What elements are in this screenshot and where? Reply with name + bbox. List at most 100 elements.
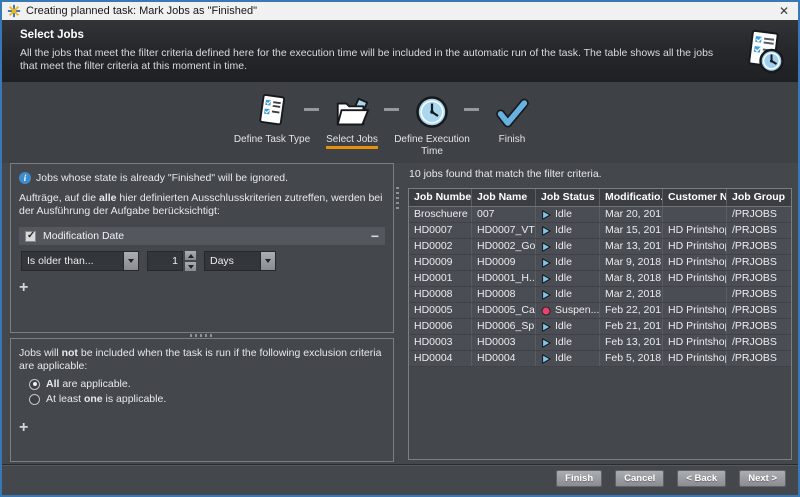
- add-exclusion-criterion-button[interactable]: +: [19, 421, 33, 435]
- cell-job-name: HD0009: [472, 255, 536, 270]
- table-row[interactable]: HD0001 HD0001_H... Idle Mar 8, 2018 ... …: [409, 271, 791, 287]
- cell-customer: [663, 287, 727, 302]
- page-title: Select Jobs: [20, 29, 84, 41]
- jobs-table: Job Number Job Name Job Status Modificat…: [408, 188, 792, 460]
- step-label: Select Jobs: [326, 134, 378, 149]
- column-header-job-number[interactable]: Job Number: [409, 189, 472, 206]
- close-icon[interactable]: ✕: [775, 4, 793, 18]
- column-header-job-group[interactable]: Job Group: [727, 189, 791, 206]
- cell-customer: HD Printshop: [663, 351, 727, 366]
- radio-all-label: All are applicable.: [46, 378, 131, 390]
- status-label: Idle: [555, 255, 572, 270]
- column-header-customer[interactable]: Customer N...: [663, 189, 727, 206]
- cell-job-status: Idle: [536, 335, 600, 350]
- table-row[interactable]: HD0008 HD0008 Idle Mar 2, 2018 ... /PRJO…: [409, 287, 791, 303]
- job-table-body: Broschuere 007 Idle Mar 20, 201... /PRJO…: [409, 207, 791, 367]
- wizard-step-define-task-type[interactable]: Define Task Type: [232, 88, 312, 158]
- status-label: Idle: [555, 223, 572, 238]
- cell-job-group: /PRJOBS: [727, 255, 791, 270]
- cell-job-status: Idle: [536, 287, 600, 302]
- filter-criteria-panel: i Jobs whose state is already "Finished"…: [10, 163, 394, 333]
- page-description: All the jobs that meet the filter criter…: [20, 47, 726, 73]
- radio-all-icon[interactable]: [29, 379, 40, 390]
- table-row[interactable]: HD0007 HD0007_VT Idle Mar 15, 201... HD …: [409, 223, 791, 239]
- splitter-grip: [190, 334, 214, 337]
- status-icon: [541, 322, 551, 332]
- radio-option-all[interactable]: All are applicable.: [29, 378, 385, 390]
- step-label: Finish: [499, 134, 526, 145]
- operator-select[interactable]: Is older than...: [21, 251, 139, 271]
- back-button[interactable]: < Back: [677, 470, 726, 487]
- cell-job-status: Idle: [536, 351, 600, 366]
- add-filter-criterion-button[interactable]: +: [19, 281, 33, 295]
- table-row[interactable]: HD0004 HD0004 Idle Feb 5, 2018 ... HD Pr…: [409, 351, 791, 367]
- criterion-modification-date-header: Modification Date −: [19, 227, 385, 245]
- collapse-criterion-button[interactable]: −: [371, 230, 379, 242]
- footer-divider: [2, 465, 798, 466]
- spinner-up-button[interactable]: [185, 251, 196, 260]
- table-row[interactable]: HD0005 HD0005_Ca... Suspen... Feb 22, 20…: [409, 303, 791, 319]
- cell-job-group: /PRJOBS: [727, 303, 791, 318]
- cell-job-name: HD0003: [472, 335, 536, 350]
- cell-job-name: HD0004: [472, 351, 536, 366]
- cell-modification: Mar 9, 2018 ...: [600, 255, 663, 270]
- cell-customer: HD Printshop: [663, 255, 727, 270]
- table-row[interactable]: Broschuere 007 Idle Mar 20, 201... /PRJO…: [409, 207, 791, 223]
- cancel-button[interactable]: Cancel: [615, 470, 664, 487]
- status-icon: [541, 258, 551, 268]
- splitter-grip: [396, 187, 399, 209]
- status-label: Idle: [555, 207, 572, 222]
- status-icon: [541, 290, 551, 300]
- table-row[interactable]: HD0009 HD0009 Idle Mar 9, 2018 ... HD Pr…: [409, 255, 791, 271]
- status-label: Suspen...: [555, 303, 599, 318]
- cell-modification: Feb 13, 201...: [600, 335, 663, 350]
- unit-dropdown-button[interactable]: [260, 252, 275, 270]
- cell-job-number: HD0005: [409, 303, 472, 318]
- cell-job-group: /PRJOBS: [727, 335, 791, 350]
- column-header-job-name[interactable]: Job Name: [472, 189, 536, 206]
- dialog-window: Creating planned task: Mark Jobs as "Fin…: [0, 0, 800, 497]
- status-label: Idle: [555, 287, 572, 302]
- status-icon: [541, 354, 551, 364]
- task-type-icon: [256, 92, 288, 130]
- jobs-table-header: Job Number Job Name Job Status Modificat…: [409, 189, 791, 207]
- chevron-down-icon: [128, 259, 134, 263]
- column-header-job-status[interactable]: Job Status: [536, 189, 600, 206]
- planned-task-icon: [743, 29, 787, 75]
- status-label: Idle: [555, 271, 572, 286]
- cell-job-number: HD0009: [409, 255, 472, 270]
- cell-job-name: HD0006_Sp...: [472, 319, 536, 334]
- cell-modification: Feb 5, 2018 ...: [600, 351, 663, 366]
- next-button[interactable]: Next >: [739, 470, 786, 487]
- panels-splitter[interactable]: [395, 163, 401, 462]
- wizard-step-define-execution-time[interactable]: Define Execution Time: [392, 88, 472, 158]
- finish-button[interactable]: Finish: [556, 470, 602, 487]
- radio-option-at-least-one[interactable]: At least one is applicable.: [29, 393, 385, 405]
- wizard-step-select-jobs[interactable]: Select Jobs: [312, 88, 392, 158]
- app-logo-icon: [7, 4, 21, 18]
- spinner-down-button[interactable]: [185, 262, 196, 271]
- table-row[interactable]: HD0003 HD0003 Idle Feb 13, 201... HD Pri…: [409, 335, 791, 351]
- footer-button-bar: Finish Cancel < Back Next >: [556, 470, 786, 487]
- operator-dropdown-button[interactable]: [123, 252, 138, 270]
- cell-job-status: Idle: [536, 319, 600, 334]
- wizard-step-finish[interactable]: Finish: [472, 88, 552, 158]
- chevron-down-icon: [265, 259, 271, 263]
- cell-customer: HD Printshop: [663, 335, 727, 350]
- select-jobs-folder-icon: [333, 96, 371, 130]
- cell-job-status: Idle: [536, 223, 600, 238]
- operator-value: Is older than...: [22, 252, 123, 270]
- status-icon: [541, 306, 551, 316]
- table-row[interactable]: HD0002 HD0002_Go... Idle Mar 13, 201... …: [409, 239, 791, 255]
- column-header-modification[interactable]: Modificatio...: [600, 189, 663, 206]
- modification-date-checkbox[interactable]: [25, 231, 36, 242]
- amount-input[interactable]: [147, 251, 183, 271]
- finish-check-icon: [495, 98, 529, 130]
- table-row[interactable]: HD0006 HD0006_Sp... Idle Feb 21, 201... …: [409, 319, 791, 335]
- status-icon: [541, 338, 551, 348]
- cell-job-number: HD0004: [409, 351, 472, 366]
- cell-customer: HD Printshop: [663, 223, 727, 238]
- unit-select[interactable]: Days: [204, 251, 276, 271]
- cell-job-group: /PRJOBS: [727, 207, 791, 222]
- radio-one-icon[interactable]: [29, 394, 40, 405]
